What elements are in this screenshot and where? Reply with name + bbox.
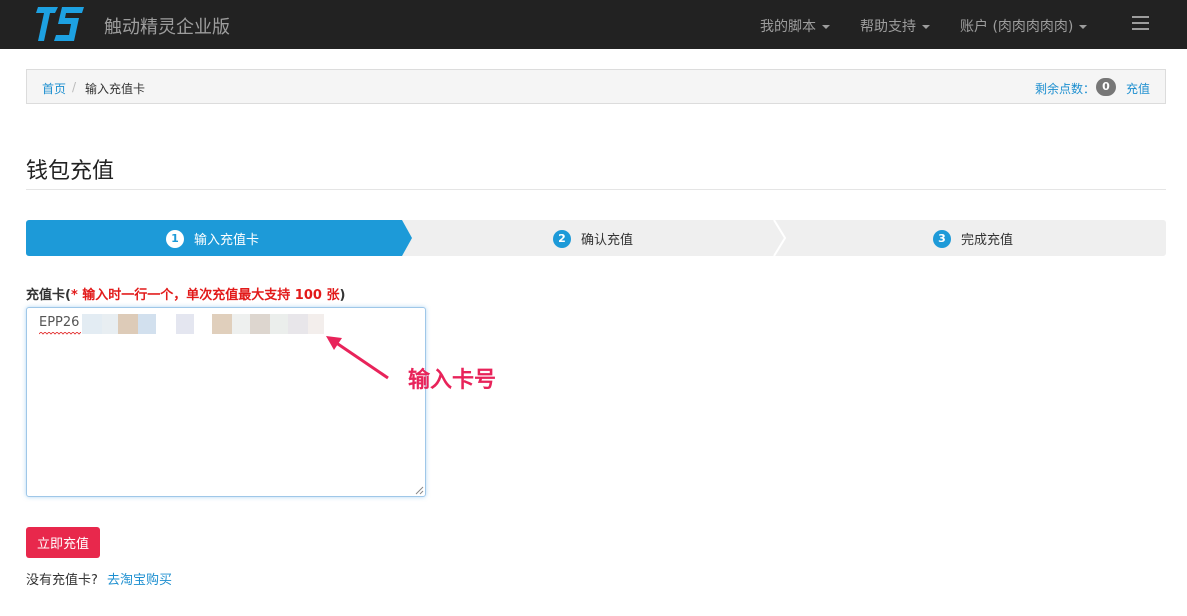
step-chevron-icon bbox=[773, 220, 787, 256]
breadcrumb-home[interactable]: 首页 bbox=[42, 80, 66, 97]
top-navbar: 触动精灵企业版 我的脚本 帮助支持 账户 (肉肉肉肉肉) bbox=[0, 0, 1187, 49]
no-card-question: 没有充值卡? bbox=[26, 573, 98, 588]
card-number-value: EPP26 bbox=[39, 315, 80, 330]
card-label-prefix: 充值卡( bbox=[26, 288, 71, 303]
step-3-label: 完成充值 bbox=[961, 233, 1014, 248]
breadcrumb-current: 输入充值卡 bbox=[85, 82, 146, 96]
card-field-label: 充值卡(* 输入时一行一个，单次充值最大支持 100 张) bbox=[26, 284, 345, 303]
step-2-label: 确认充值 bbox=[581, 233, 634, 248]
points-label: 剩余点数： bbox=[1035, 82, 1096, 96]
redacted-block bbox=[270, 314, 288, 334]
redacted-block bbox=[250, 314, 270, 334]
step-wizard: 1 输入充值卡 2 确认充值 3 完成充值 bbox=[26, 220, 1166, 256]
buy-on-taobao-link[interactable]: 去淘宝购买 bbox=[107, 569, 172, 588]
nav-help-support-label: 帮助支持 bbox=[860, 19, 916, 35]
caret-down-icon bbox=[1079, 25, 1088, 29]
caret-down-icon bbox=[922, 25, 930, 29]
annotation-arrow-icon bbox=[326, 336, 389, 380]
redacted-block bbox=[138, 314, 156, 334]
caret-down-icon bbox=[822, 25, 830, 29]
card-label-required-hint: * 输入时一行一个，单次充值最大支持 100 张 bbox=[70, 288, 340, 303]
step-1-number: 1 bbox=[166, 229, 184, 248]
step-2-number: 2 bbox=[553, 229, 571, 248]
redacted-block bbox=[118, 314, 138, 334]
nav-my-scripts[interactable]: 我的脚本 bbox=[760, 16, 830, 36]
annotation-label: 输入卡号 bbox=[408, 368, 497, 393]
nav-help-support[interactable]: 帮助支持 bbox=[860, 16, 930, 36]
ts-logo[interactable] bbox=[36, 5, 86, 43]
redacted-block bbox=[232, 314, 250, 334]
nav-account[interactable]: 账户 (肉肉肉肉肉) bbox=[960, 16, 1088, 36]
title-divider bbox=[26, 189, 1166, 190]
step-3: 3 完成充值 bbox=[933, 229, 1013, 256]
submit-recharge-button[interactable]: 立即充值 bbox=[26, 527, 100, 558]
breadcrumb-separator: / bbox=[72, 80, 77, 94]
recharge-link[interactable]: 充值 bbox=[1126, 80, 1150, 97]
redacted-block bbox=[82, 314, 102, 334]
page-title: 钱包充值 bbox=[26, 159, 115, 184]
redacted-block bbox=[176, 314, 194, 334]
resize-handle-icon[interactable] bbox=[414, 485, 424, 495]
redacted-block bbox=[212, 314, 232, 334]
spellcheck-underline bbox=[39, 332, 81, 335]
card-label-suffix: ) bbox=[339, 288, 346, 303]
hamburger-icon[interactable] bbox=[1132, 16, 1150, 31]
nav-my-scripts-label: 我的脚本 bbox=[760, 19, 816, 35]
redacted-block bbox=[102, 314, 118, 334]
step-3-number: 3 bbox=[933, 229, 951, 248]
step-1-label: 输入充值卡 bbox=[194, 233, 260, 248]
nav-account-label: 账户 (肉肉肉肉肉) bbox=[960, 19, 1074, 35]
points-badge: 0 bbox=[1096, 78, 1116, 96]
breadcrumb: 首页 / 输入充值卡 剩余点数： 0 充值 bbox=[26, 69, 1166, 104]
redacted-block bbox=[288, 314, 308, 334]
step-2: 2 确认充值 bbox=[553, 229, 633, 256]
step-1: 1 输入充值卡 bbox=[166, 229, 259, 256]
step-active-arrow bbox=[402, 220, 412, 256]
brand-title[interactable]: 触动精灵企业版 bbox=[104, 13, 230, 39]
